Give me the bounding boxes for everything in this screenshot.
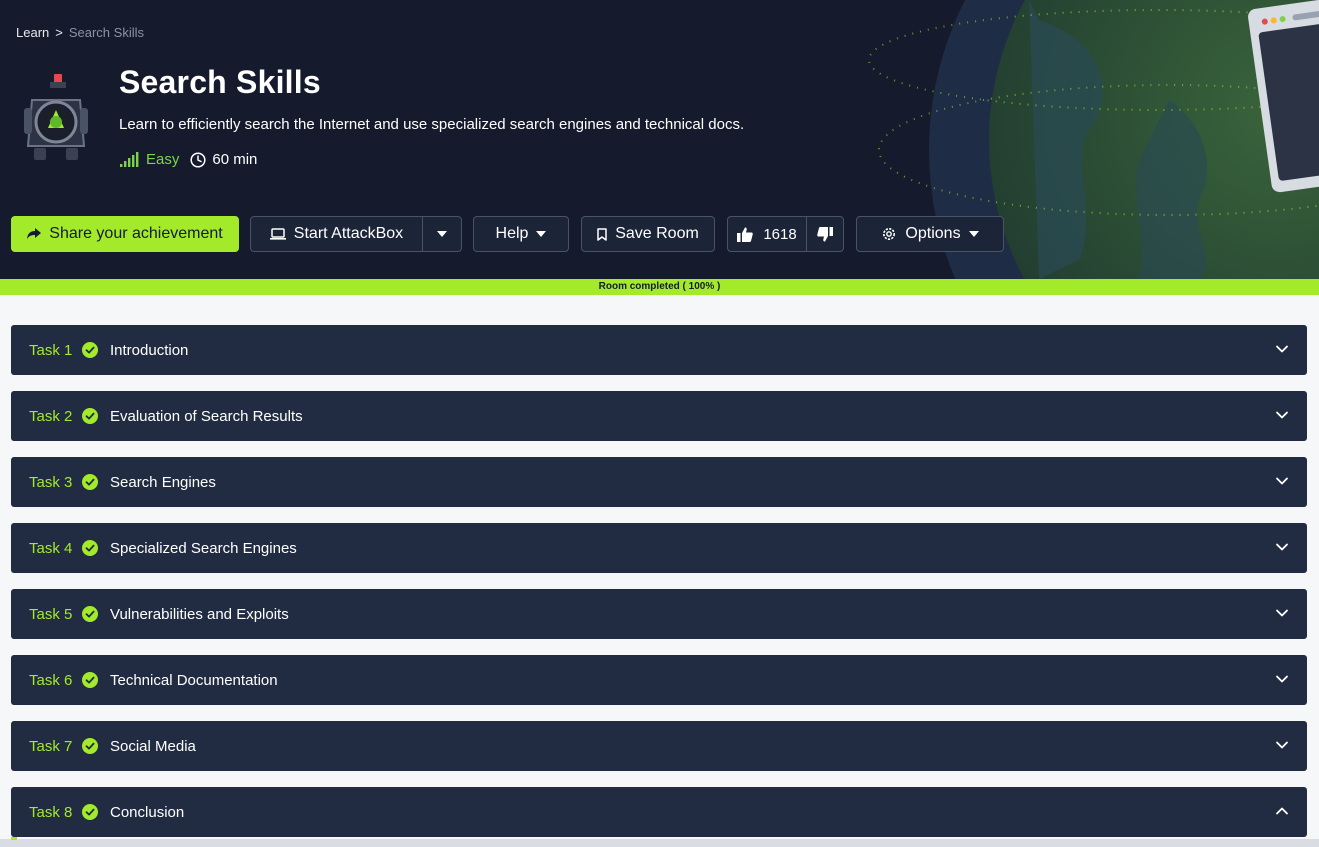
check-circle-icon: [82, 540, 98, 556]
task-header-3[interactable]: Task 3 Search Engines: [11, 457, 1307, 507]
task-header-1[interactable]: Task 1 Introduction: [11, 325, 1307, 375]
task-title: Vulnerabilities and Exploits: [110, 605, 289, 623]
task-header-6[interactable]: Task 6 Technical Documentation: [11, 655, 1307, 705]
thumbs-down-icon: [817, 226, 833, 241]
like-count: 1618: [763, 225, 797, 243]
task-header-5[interactable]: Task 5 Vulnerabilities and Exploits: [11, 589, 1307, 639]
duration-label: 60 min: [212, 151, 258, 168]
check-circle-icon: [82, 342, 98, 358]
chevron-down-icon: [1275, 474, 1289, 488]
task-number: Task 7: [29, 737, 73, 755]
share-achievement-label: Share your achievement: [49, 225, 223, 242]
check-circle-icon: [82, 804, 98, 820]
check-circle-icon: [82, 672, 98, 688]
help-label: Help: [495, 225, 529, 242]
task-content-edge: [0, 839, 1319, 847]
room-progress-label: Room completed ( 100% ): [598, 281, 721, 292]
save-room-label: Save Room: [615, 225, 699, 242]
chevron-down-icon: [1275, 408, 1289, 422]
gear-icon: [883, 228, 896, 240]
task-number: Task 5: [29, 605, 73, 623]
attackbox-dropdown-button[interactable]: [422, 216, 462, 252]
chevron-up-icon: [1275, 804, 1289, 818]
room-description: Learn to efficiently search the Internet…: [119, 116, 745, 133]
room-title: Search Skills: [119, 64, 321, 100]
caret-down-icon: [968, 231, 979, 237]
task-number: Task 4: [29, 539, 73, 557]
chevron-down-icon: [1275, 606, 1289, 620]
task-title: Search Engines: [110, 473, 216, 491]
check-circle-icon: [82, 474, 98, 490]
task-header-4[interactable]: Task 4 Specialized Search Engines: [11, 523, 1307, 573]
task-number: Task 2: [29, 407, 73, 425]
options-label: Options: [905, 225, 961, 242]
room-meta: Easy 60 min: [119, 151, 257, 168]
caret-down-icon: [437, 231, 447, 237]
difficulty-label: Easy: [146, 151, 180, 168]
room-robot-icon: [24, 74, 88, 160]
breadcrumb-separator: >: [55, 25, 63, 40]
clock-icon: [190, 151, 206, 168]
help-dropdown-button[interactable]: Help: [473, 216, 569, 252]
task-header-7[interactable]: Task 7 Social Media: [11, 721, 1307, 771]
chevron-down-icon: [1275, 540, 1289, 554]
breadcrumb: Learn > Search Skills: [16, 25, 144, 40]
dislike-button[interactable]: [806, 216, 844, 252]
task-title: Conclusion: [110, 803, 185, 821]
chevron-down-icon: [1275, 738, 1289, 752]
share-icon: [27, 228, 42, 239]
caret-down-icon: [536, 231, 547, 237]
room-header: Learn > Search Skills Search Skills Lear…: [0, 0, 1319, 279]
task-header-8[interactable]: Task 8 Conclusion: [11, 787, 1307, 837]
share-achievement-button[interactable]: Share your achievement: [11, 216, 239, 252]
task-title: Technical Documentation: [110, 671, 278, 689]
laptop-icon: [269, 228, 286, 240]
chevron-down-icon: [1275, 342, 1289, 356]
task-number: Task 8: [29, 803, 73, 821]
save-room-button[interactable]: Save Room: [581, 216, 715, 252]
task-title: Evaluation of Search Results: [110, 407, 303, 425]
chevron-down-icon: [1275, 672, 1289, 686]
check-circle-icon: [82, 408, 98, 424]
breadcrumb-current: Search Skills: [68, 25, 144, 40]
check-circle-icon: [82, 738, 98, 754]
check-circle-icon: [82, 606, 98, 622]
like-button[interactable]: 1618: [727, 216, 807, 252]
task-number: Task 1: [29, 341, 73, 359]
difficulty-bars-icon: [120, 151, 139, 167]
task-title: Social Media: [110, 737, 196, 755]
breadcrumb-learn-link[interactable]: Learn: [16, 25, 49, 40]
task-content-accent: [11, 837, 17, 840]
task-title: Specialized Search Engines: [110, 539, 297, 557]
task-header-2[interactable]: Task 2 Evaluation of Search Results: [11, 391, 1307, 441]
bookmark-icon: [597, 227, 607, 241]
start-attackbox-button[interactable]: Start AttackBox: [250, 216, 423, 252]
task-title: Introduction: [110, 341, 189, 359]
options-dropdown-button[interactable]: Options: [856, 216, 1004, 252]
task-number: Task 3: [29, 473, 73, 491]
task-number: Task 6: [29, 671, 73, 689]
thumbs-up-icon: [737, 227, 754, 242]
start-attackbox-label: Start AttackBox: [293, 225, 404, 242]
